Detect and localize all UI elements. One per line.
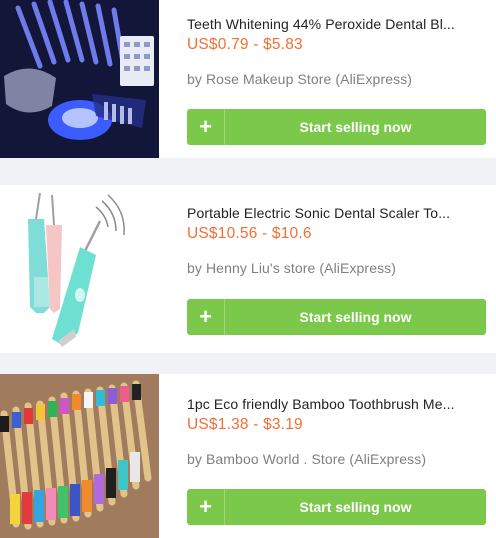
- start-selling-button[interactable]: + Start selling now: [187, 109, 486, 145]
- product-price: US$10.56 - $10.6: [187, 225, 312, 242]
- product-info: 1pc Eco friendly Bamboo Toothbrush Me...…: [187, 396, 486, 467]
- product-card: Teeth Whitening 44% Peroxide Dental Bl..…: [0, 0, 496, 158]
- product-image-bamboo-toothbrushes[interactable]: [0, 374, 159, 538]
- store-name[interactable]: by Bamboo World . Store (AliExpress): [187, 451, 486, 467]
- product-card: Portable Electric Sonic Dental Scaler To…: [0, 185, 496, 353]
- start-selling-label: Start selling now: [299, 309, 412, 325]
- start-selling-button[interactable]: + Start selling now: [187, 299, 486, 335]
- start-selling-button[interactable]: + Start selling now: [187, 489, 486, 525]
- plus-icon: +: [187, 299, 225, 335]
- product-card: 1pc Eco friendly Bamboo Toothbrush Me...…: [0, 374, 496, 538]
- product-title[interactable]: 1pc Eco friendly Bamboo Toothbrush Me...: [187, 396, 486, 412]
- product-image-dental-scaler[interactable]: [0, 185, 159, 353]
- product-title[interactable]: Portable Electric Sonic Dental Scaler To…: [187, 205, 486, 221]
- product-price: US$1.38 - $3.19: [187, 416, 303, 433]
- start-selling-label: Start selling now: [299, 119, 412, 135]
- product-info: Teeth Whitening 44% Peroxide Dental Bl..…: [187, 16, 486, 87]
- product-image-teeth-whitening[interactable]: [0, 0, 159, 158]
- start-selling-label: Start selling now: [299, 499, 412, 515]
- plus-icon: +: [187, 109, 225, 145]
- plus-icon: +: [187, 489, 225, 525]
- store-name[interactable]: by Henny Liu's store (AliExpress): [187, 260, 486, 276]
- store-name[interactable]: by Rose Makeup Store (AliExpress): [187, 71, 486, 87]
- product-price: US$0.79 - $5.83: [187, 36, 303, 53]
- product-info: Portable Electric Sonic Dental Scaler To…: [187, 205, 486, 276]
- product-title[interactable]: Teeth Whitening 44% Peroxide Dental Bl..…: [187, 16, 486, 32]
- product-feed: Teeth Whitening 44% Peroxide Dental Bl..…: [0, 0, 496, 538]
